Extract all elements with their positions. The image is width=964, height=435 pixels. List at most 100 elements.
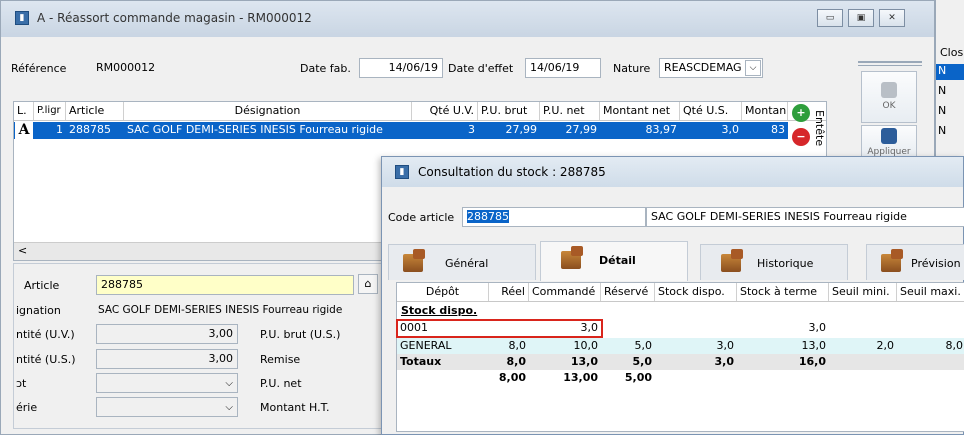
table-row[interactable]: GENERAL 8,0 10,0 5,0 3,0 13,0 2,0 8,0 xyxy=(397,338,964,354)
col-seuil-maxi[interactable]: Seuil maxi. xyxy=(897,283,964,301)
col-stock-terme[interactable]: Stock à terme xyxy=(737,283,829,301)
close-button[interactable]: ✕ xyxy=(879,9,905,27)
stock-popup-window: ▮ Consultation du stock : 288785 Code ar… xyxy=(381,156,964,435)
popup-designation-field[interactable]: SAC GOLF DEMI-SERIES INESIS Fourreau rig… xyxy=(646,207,964,227)
popup-title-bar: ▮ Consultation du stock : 288785 xyxy=(382,157,963,187)
code-article-label: Code article xyxy=(388,211,455,224)
boxes-icon xyxy=(561,246,583,269)
scroll-left-icon[interactable]: < xyxy=(18,244,27,257)
add-line-button[interactable]: + xyxy=(792,104,810,122)
dateeffet-label: Date d'effet xyxy=(448,62,514,75)
entete-tab[interactable]: Entête xyxy=(813,110,826,160)
cell-terme: 13,0 xyxy=(801,339,827,352)
dot-select[interactable]: ⌵ xyxy=(96,373,238,393)
col-ligne[interactable]: P.ligr xyxy=(34,102,66,120)
totals-row-2: 8,00 13,00 5,00 xyxy=(397,370,964,386)
cell-dispo: 3,0 xyxy=(716,339,735,352)
clos-cell: N xyxy=(938,104,947,117)
tab-historique[interactable]: Historique xyxy=(700,244,848,280)
col-pu-brut[interactable]: P.U. brut xyxy=(478,102,540,120)
check-icon xyxy=(881,82,897,98)
row-type-icon: A xyxy=(15,122,33,139)
qte-uv-field[interactable]: 3,00 xyxy=(96,324,238,344)
cell-montan: 83 xyxy=(771,123,785,136)
tab-prevision-label: Prévision xyxy=(911,257,961,270)
datefab-field[interactable]: 14/06/19 xyxy=(359,58,443,78)
code-article-value: 288785 xyxy=(467,210,509,223)
col-l[interactable]: L. xyxy=(14,102,34,120)
stock-table-header: Dépôt Réel Commandé Réservé Stock dispo.… xyxy=(397,283,964,302)
window-title: A - Réassort commande magasin - RM000012 xyxy=(37,11,312,25)
minimize-button[interactable]: ▭ xyxy=(817,9,843,27)
totals-row: Totaux 8,0 13,0 5,0 3,0 16,0 xyxy=(397,354,964,370)
cell-montant-net: 83,97 xyxy=(645,123,678,136)
designation-value: SAC GOLF DEMI-SERIES INESIS Fourreau rig… xyxy=(98,304,343,316)
totals2-commande: 13,00 xyxy=(563,371,598,384)
col-montant-net[interactable]: Montant net xyxy=(600,102,680,120)
col-depot[interactable]: Dépôt xyxy=(397,283,489,301)
cell-pu-brut: 27,99 xyxy=(505,123,538,136)
cell-ligne: 1 xyxy=(56,123,63,136)
col-qte-us[interactable]: Qté U.S. xyxy=(680,102,742,120)
delete-line-button[interactable]: − xyxy=(792,128,810,146)
table-row[interactable]: A 1 288785 SAC GOLF DEMI-SERIES INESIS F… xyxy=(14,122,788,139)
save-icon xyxy=(881,128,897,144)
section-label: Stock dispo. xyxy=(401,304,478,317)
cell-qte-us: 3,0 xyxy=(721,123,740,136)
cell-reel: 8,0 xyxy=(508,339,527,352)
maximize-button[interactable]: ▣ xyxy=(848,9,874,27)
reference-field[interactable]: RM000012 xyxy=(91,58,231,78)
col-pu-net[interactable]: P.U. net xyxy=(540,102,600,120)
qte-us-field[interactable]: 3,00 xyxy=(96,349,238,369)
qte-us-label: ntité (U.S.) xyxy=(16,353,76,366)
remise-label: Remise xyxy=(260,353,301,366)
col-stock-dispo[interactable]: Stock dispo. xyxy=(655,283,737,301)
col-seuil-mini[interactable]: Seuil mini. xyxy=(829,283,897,301)
nature-value: REASCDEMAG xyxy=(664,61,742,74)
code-article-field[interactable]: 288785 xyxy=(462,207,646,227)
totals-reel: 8,0 xyxy=(506,355,527,368)
col-qte-uv[interactable]: Qté U.V. xyxy=(412,102,478,120)
tab-general[interactable]: Général xyxy=(388,244,536,280)
app-icon: ▮ xyxy=(395,165,409,179)
boxes-icon xyxy=(403,249,425,272)
side-separator xyxy=(858,61,922,66)
clos-cell: N xyxy=(936,64,964,80)
col-commande[interactable]: Commandé xyxy=(529,283,601,301)
pu-brut-label: P.U. brut (U.S.) xyxy=(260,328,341,341)
dateeffet-field[interactable]: 14/06/19 xyxy=(525,58,601,78)
ok-button[interactable]: OK xyxy=(861,71,917,123)
highlight-box xyxy=(396,319,603,338)
clos-cell: N xyxy=(938,84,947,97)
horizontal-scrollbar[interactable]: < xyxy=(14,242,384,260)
article-field[interactable]: 288785 xyxy=(96,275,354,295)
cell-reserve xyxy=(601,320,655,336)
col-reserve[interactable]: Réservé xyxy=(601,283,655,301)
col-designation[interactable]: Désignation xyxy=(124,102,412,120)
cell-depot: GENERAL xyxy=(400,339,452,352)
col-montan[interactable]: Montan xyxy=(742,102,788,120)
clock-boxes-icon xyxy=(721,249,743,272)
col-reel[interactable]: Réel xyxy=(489,283,529,301)
serie-select[interactable]: ⌵ xyxy=(96,397,238,417)
totals2-reel: 8,00 xyxy=(498,371,526,384)
cell-pu-net: 27,99 xyxy=(565,123,598,136)
cell-qte-uv: 3 xyxy=(468,123,475,136)
tab-historique-label: Historique xyxy=(757,257,814,270)
clos-header: Clos xyxy=(940,46,964,59)
cell-article: 288785 xyxy=(69,123,111,136)
background-window-strip: Clos N N N N xyxy=(935,0,964,156)
cell-maxi xyxy=(897,320,964,336)
pu-net-label: P.U. net xyxy=(260,377,302,390)
col-article[interactable]: Article xyxy=(66,102,124,120)
serie-label: érie xyxy=(16,401,38,414)
totals2-reserve: 5,00 xyxy=(624,371,652,384)
totals-terme: 16,0 xyxy=(798,355,826,368)
chevron-down-icon: ⌵ xyxy=(225,378,233,389)
montant-ht-label: Montant H.T. xyxy=(260,401,330,414)
home-icon[interactable]: ⌂ xyxy=(358,274,378,294)
tab-prevision[interactable]: Prévision xyxy=(866,244,964,280)
appliquer-button[interactable]: Appliquer xyxy=(861,125,917,157)
tab-detail[interactable]: Détail xyxy=(540,241,688,281)
nature-select[interactable]: REASCDEMAG ⌵ xyxy=(659,58,763,78)
